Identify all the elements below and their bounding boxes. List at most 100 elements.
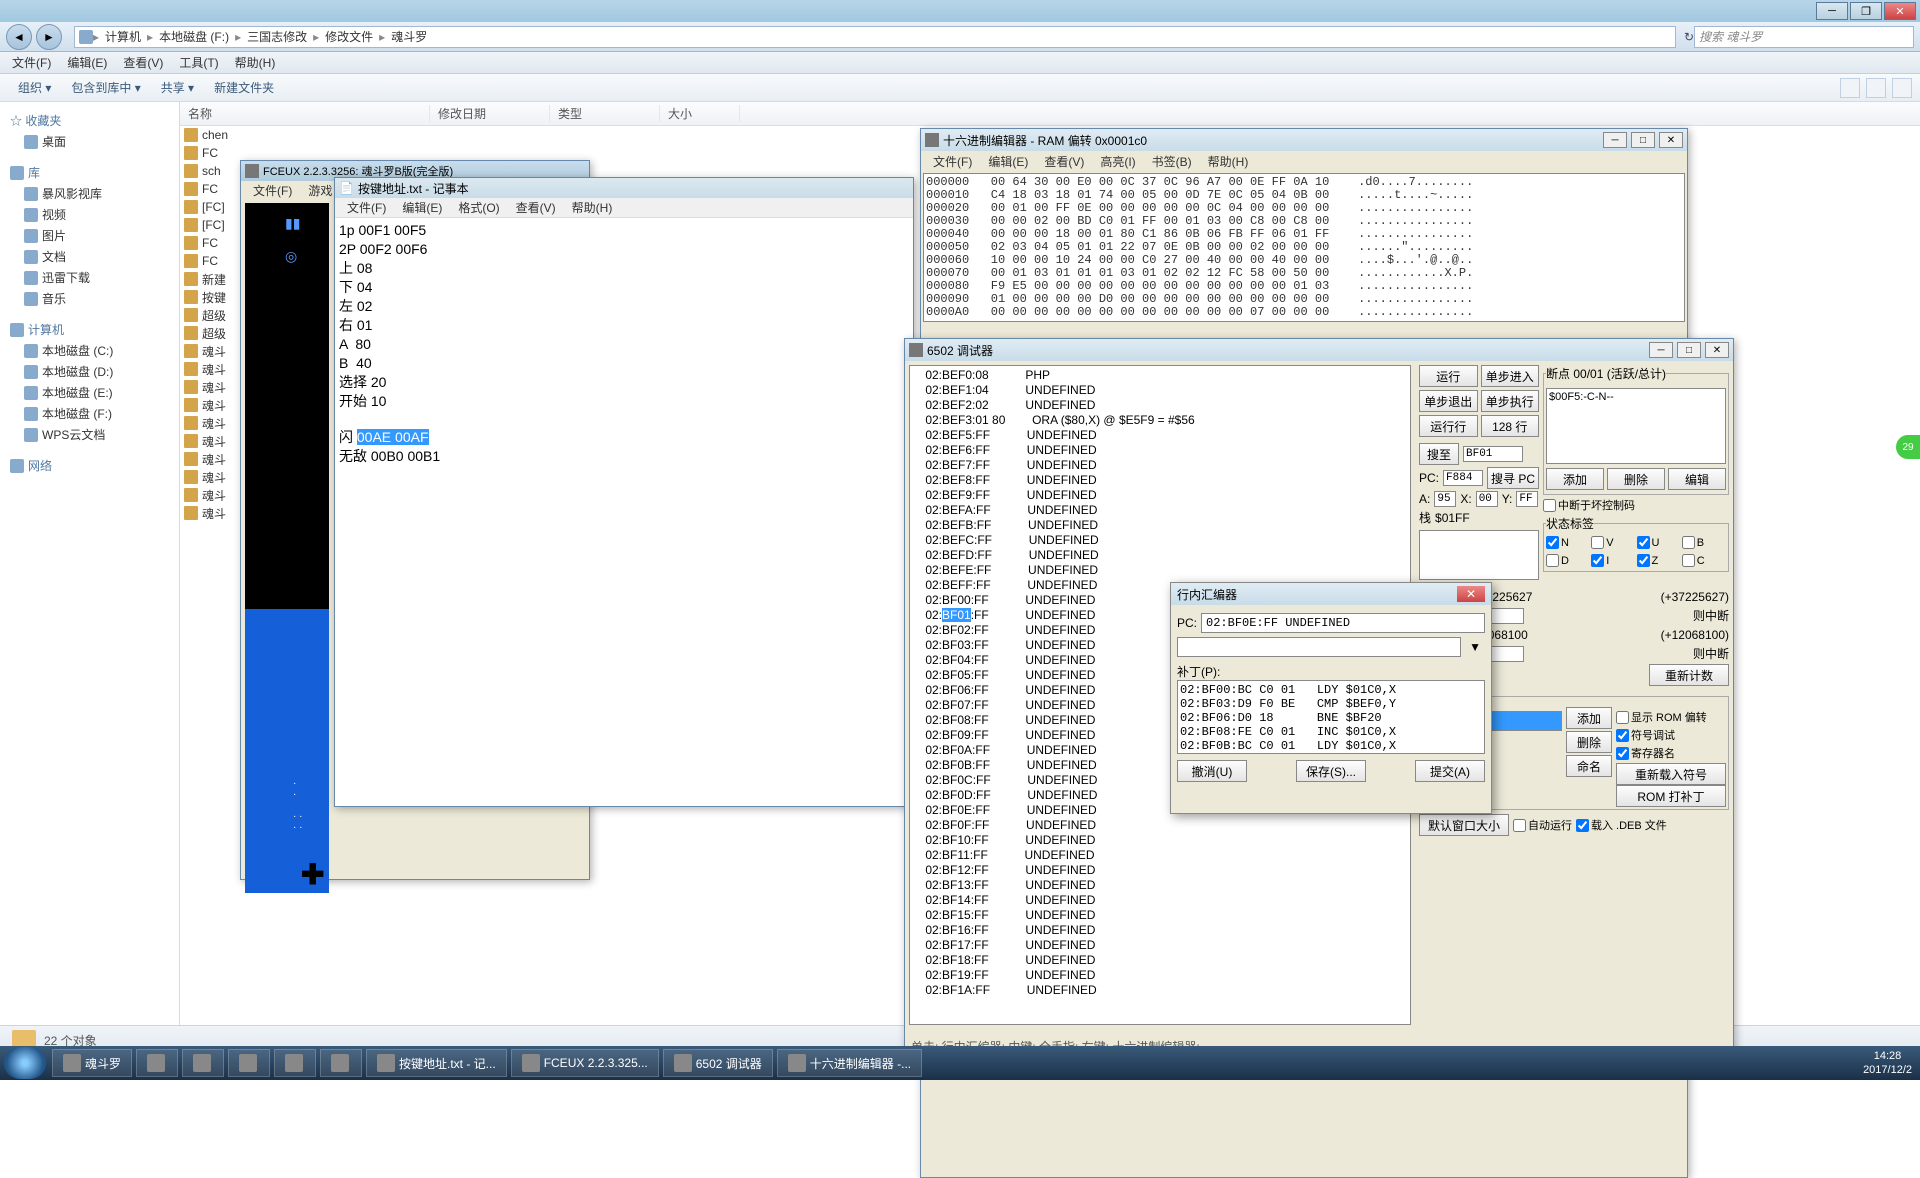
col-type[interactable]: 类型: [550, 105, 660, 122]
opt-sym[interactable]: [1616, 729, 1629, 742]
flag-u[interactable]: [1637, 536, 1650, 549]
addr-add[interactable]: 添加: [1566, 707, 1612, 729]
task-app2[interactable]: [228, 1049, 270, 1077]
sidebar-item[interactable]: 图片: [4, 225, 175, 246]
flag-d[interactable]: [1546, 554, 1559, 567]
sound-icon[interactable]: [1839, 1055, 1855, 1071]
asm-apply[interactable]: 提交(A): [1415, 760, 1485, 782]
task-debugger[interactable]: 6502 调试器: [663, 1049, 773, 1077]
asm-save[interactable]: 保存(S)...: [1296, 760, 1366, 782]
np-edit[interactable]: 编辑(E): [394, 199, 450, 216]
tray-icon[interactable]: [1767, 1055, 1783, 1071]
bp-edit[interactable]: 编辑: [1668, 468, 1726, 490]
x-input[interactable]: [1476, 491, 1498, 507]
bp-del[interactable]: 删除: [1607, 468, 1665, 490]
np-file[interactable]: 文件(F): [339, 199, 394, 216]
hex-bookmark[interactable]: 书签(B): [1144, 153, 1200, 170]
chk-autorun[interactable]: [1513, 819, 1526, 832]
sidebar-item[interactable]: 迅雷下载: [4, 267, 175, 288]
flag-z[interactable]: [1637, 554, 1650, 567]
menu-file[interactable]: 文件(F): [4, 54, 59, 71]
seekto-button[interactable]: 搜至: [1419, 443, 1459, 465]
flag-v[interactable]: [1591, 536, 1604, 549]
sidebar-item[interactable]: 暴风影视库: [4, 183, 175, 204]
minimize-button[interactable]: ─: [1816, 2, 1848, 20]
line128-button[interactable]: 128 行: [1481, 415, 1540, 437]
fceux-menu-file[interactable]: 文件(F): [245, 182, 300, 199]
sidebar-item-desktop[interactable]: 桌面: [4, 131, 175, 152]
opt-reg[interactable]: [1616, 747, 1629, 760]
sidebar-item[interactable]: 视频: [4, 204, 175, 225]
help-icon[interactable]: [1892, 78, 1912, 98]
flag-n[interactable]: [1546, 536, 1559, 549]
notepad-title[interactable]: 📄 按键地址.txt - 记事本: [335, 178, 913, 198]
addr-del[interactable]: 删除: [1566, 731, 1612, 753]
task-ie[interactable]: [136, 1049, 178, 1077]
hex-title[interactable]: 十六进制编辑器 - RAM 偏转 0x0001c0 ─ □ ✕: [921, 129, 1687, 151]
tb-share[interactable]: 共享 ▾: [151, 79, 204, 96]
chk-loaddeb[interactable]: [1576, 819, 1589, 832]
notepad-window[interactable]: 📄 按键地址.txt - 记事本 文件(F) 编辑(E) 格式(O) 查看(V)…: [334, 177, 914, 807]
col-date[interactable]: 修改日期: [430, 105, 550, 122]
assembler-dialog[interactable]: 行内汇编器 ✕ PC: 02:BF0E:FF UNDEFINED ▼ 补丁(P)…: [1170, 582, 1492, 814]
asm-input[interactable]: [1177, 637, 1461, 657]
asm-patch-list[interactable]: 02:BF00:BC C0 01 LDY $01C0,X 02:BF03:D9 …: [1177, 680, 1485, 754]
sidebar-item[interactable]: 本地磁盘 (D:): [4, 361, 175, 382]
task-app4[interactable]: [320, 1049, 362, 1077]
dbg-close[interactable]: ✕: [1705, 342, 1729, 358]
stepin-button[interactable]: 单步进入: [1481, 365, 1540, 387]
sidebar-item[interactable]: 音乐: [4, 288, 175, 309]
col-size[interactable]: 大小: [660, 105, 740, 122]
task-explorer[interactable]: 魂斗罗: [52, 1049, 132, 1077]
stack-box[interactable]: [1419, 530, 1539, 580]
sb-computer[interactable]: 计算机: [4, 319, 175, 340]
hex-close[interactable]: ✕: [1659, 132, 1683, 148]
close-button[interactable]: ✕: [1884, 2, 1916, 20]
tray-icon[interactable]: [1821, 1055, 1837, 1071]
menu-help[interactable]: 帮助(H): [227, 54, 284, 71]
hex-help[interactable]: 帮助(H): [1200, 153, 1257, 170]
asm-close-button[interactable]: ✕: [1457, 586, 1485, 602]
reload-sym[interactable]: 重新载入符号: [1616, 763, 1726, 785]
asm-title[interactable]: 行内汇编器 ✕: [1171, 583, 1491, 605]
task-notepad[interactable]: 按键地址.txt - 记...: [366, 1049, 507, 1077]
side-badge[interactable]: 29: [1896, 435, 1920, 459]
debugger-title[interactable]: 6502 调试器 ─ □ ✕: [905, 339, 1733, 361]
sidebar-item[interactable]: 本地磁盘 (E:): [4, 382, 175, 403]
hex-file[interactable]: 文件(F): [925, 153, 980, 170]
pc-input[interactable]: [1443, 470, 1483, 486]
refresh-icon[interactable]: ↻: [1684, 30, 1694, 44]
sb-network[interactable]: 网络: [4, 455, 175, 476]
asm-undo[interactable]: 撤消(U): [1177, 760, 1247, 782]
flag-c[interactable]: [1682, 554, 1695, 567]
stepexec-button[interactable]: 单步执行: [1481, 390, 1540, 412]
menu-edit[interactable]: 编辑(E): [59, 54, 115, 71]
notepad-content[interactable]: 1p 00F1 00F5 2P 00F2 00F6 上 08 下 04 左 02…: [335, 218, 913, 471]
task-fceux[interactable]: FCEUX 2.2.3.325...: [511, 1049, 659, 1077]
start-button[interactable]: [4, 1047, 46, 1079]
runline-button[interactable]: 运行行: [1419, 415, 1478, 437]
flag-i[interactable]: [1591, 554, 1604, 567]
sidebar-item[interactable]: 文档: [4, 246, 175, 267]
tb-include[interactable]: 包含到库中 ▾: [61, 79, 150, 96]
task-hex[interactable]: 十六进制编辑器 -...: [777, 1049, 922, 1077]
forward-button[interactable]: ►: [36, 24, 62, 50]
preview-icon[interactable]: [1866, 78, 1886, 98]
sb-libraries[interactable]: 库: [4, 162, 175, 183]
rom-patch[interactable]: ROM 打补丁: [1616, 785, 1726, 807]
sb-favorites[interactable]: ☆ 收藏夹: [4, 110, 175, 131]
recount-button[interactable]: 重新计数: [1649, 664, 1729, 686]
y-input[interactable]: [1516, 491, 1538, 507]
hex-content[interactable]: 000000 00 64 30 00 E0 00 0C 37 0C 96 A7 …: [923, 173, 1685, 322]
tray-icon[interactable]: [1785, 1055, 1801, 1071]
run-button[interactable]: 运行: [1419, 365, 1478, 387]
breadcrumb[interactable]: ▸ 计算机▸ 本地磁盘 (F:)▸ 三国志修改▸ 修改文件▸ 魂斗罗: [74, 26, 1676, 48]
np-help[interactable]: 帮助(H): [564, 199, 621, 216]
flag-b[interactable]: [1682, 536, 1695, 549]
search-input[interactable]: 搜索 魂斗罗: [1694, 26, 1914, 48]
stepout-button[interactable]: 单步退出: [1419, 390, 1478, 412]
tray-icon[interactable]: [1803, 1055, 1819, 1071]
tray-icon[interactable]: [1749, 1055, 1765, 1071]
tb-organize[interactable]: 组织 ▾: [8, 79, 61, 96]
menu-tools[interactable]: 工具(T): [171, 54, 226, 71]
